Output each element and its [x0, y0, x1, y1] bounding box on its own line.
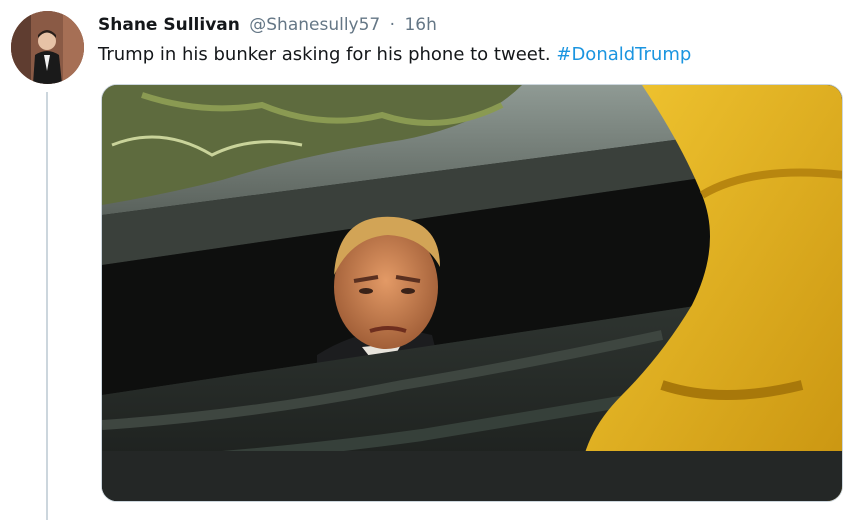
- profile-photo-icon: [11, 11, 84, 84]
- tweet-timestamp[interactable]: 16h: [404, 15, 436, 35]
- tweet-text: Trump in his bunker asking for his phone…: [98, 42, 691, 68]
- storm-drain-meme-image: [102, 85, 842, 501]
- avatar[interactable]: [11, 11, 84, 84]
- tweet-media[interactable]: [101, 84, 843, 502]
- tweet[interactable]: Shane Sullivan @Shanesully57 · 16h Trump…: [0, 0, 860, 520]
- tweet-header: Shane Sullivan @Shanesully57 · 16h: [98, 13, 437, 37]
- hashtag-link[interactable]: #DonaldTrump: [556, 44, 691, 65]
- meta-separator: ·: [389, 15, 396, 35]
- thread-line: [46, 92, 48, 520]
- author-display-name[interactable]: Shane Sullivan: [98, 15, 240, 35]
- author-handle[interactable]: @Shanesully57: [249, 15, 380, 35]
- tweet-body: Trump in his bunker asking for his phone…: [98, 44, 551, 65]
